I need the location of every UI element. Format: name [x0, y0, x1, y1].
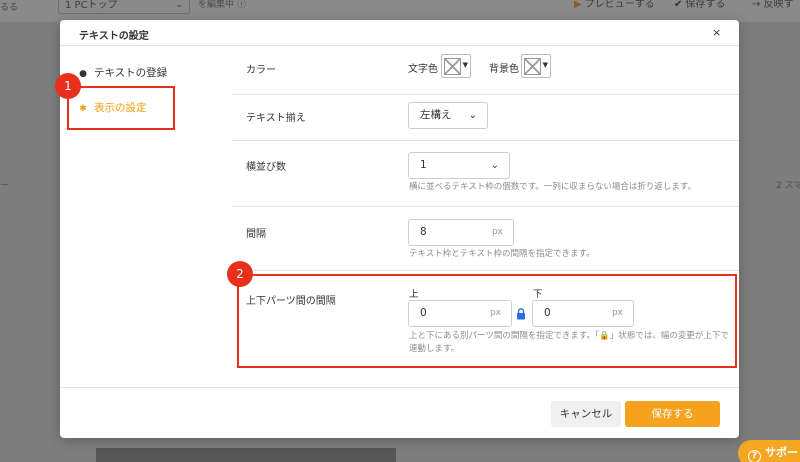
divider: [232, 94, 739, 95]
background-reflect-button[interactable]: → 反映す: [752, 0, 794, 10]
background-page-select[interactable]: 1 PCトップ ⌄: [58, 0, 190, 14]
background-side-right: 2 スマ: [776, 181, 800, 191]
annotation-badge-2: 2: [227, 261, 253, 287]
bg-color-picker[interactable]: ▼: [521, 54, 551, 78]
background-image-strip: [96, 448, 396, 462]
text-settings-modal: テキストの設定 × ● テキストの登録 ✱ 表示の設定 カラー 文字色 ▼ 背景色 …: [60, 20, 739, 438]
spacing-value: 8: [420, 226, 427, 238]
divider: [232, 206, 739, 207]
chevron-down-icon: ⌄: [468, 110, 477, 121]
support-label: サポート: [765, 446, 800, 459]
modal-title: テキストの設定: [79, 31, 149, 42]
play-icon: ▶: [574, 0, 582, 10]
text-color-label: 文字色: [408, 64, 438, 75]
text-align-label: テキスト揃え: [246, 113, 306, 124]
background-preview-button[interactable]: ▶ プレビューする: [574, 0, 655, 10]
footer-divider: [60, 387, 739, 388]
sidebar-item-text-register[interactable]: ● テキストの登録: [78, 65, 167, 80]
no-color-icon: [524, 58, 541, 75]
support-button[interactable]: ? サポート: [738, 440, 800, 462]
annotation-box-2: [237, 274, 737, 368]
caret-down-icon: ▼: [462, 61, 468, 69]
color-label: カラー: [246, 65, 276, 76]
save-button[interactable]: 保存する: [625, 401, 720, 427]
columns-help: 横に並べるテキスト枠の個数です。一列に収まらない場合は折り返します。: [409, 182, 697, 192]
background-page-select-value: 1 PCトップ: [65, 0, 118, 11]
background-reflect-label: 反映す: [763, 0, 794, 10]
columns-value: 1: [420, 159, 427, 171]
sidebar-item-label: テキストの登録: [94, 67, 168, 79]
background-save-button[interactable]: ✔ 保存する: [674, 0, 725, 10]
background-side-left: ー: [0, 181, 10, 191]
background-save-label: 保存する: [685, 0, 726, 10]
background-preview-label: プレビューする: [584, 0, 655, 10]
spacing-unit: px: [491, 227, 503, 237]
text-align-select[interactable]: 左構え ⌄: [408, 102, 488, 129]
modal-header: テキストの設定 ×: [60, 20, 739, 46]
caret-down-icon: ▼: [542, 61, 548, 69]
bg-color-label: 背景色: [489, 64, 519, 75]
background-edit-text: を編集中 ⓘ: [198, 0, 246, 10]
chevron-down-icon: ⌄: [490, 160, 499, 171]
columns-select[interactable]: 1 ⌄: [408, 152, 510, 179]
arrow-right-icon: →: [752, 0, 764, 10]
text-align-value: 左構え: [420, 109, 452, 121]
annotation-badge-1: 1: [55, 73, 81, 99]
spacing-input[interactable]: 8 px: [408, 219, 514, 246]
columns-label: 横並び数: [246, 162, 286, 173]
divider: [232, 270, 739, 271]
check-icon: ✔: [674, 0, 683, 10]
spacing-label: 間隔: [246, 229, 266, 240]
background-left-text: るる: [0, 3, 19, 13]
speech-bubble-icon: ●: [79, 69, 87, 79]
question-icon: ?: [748, 450, 761, 462]
spacing-help: テキスト枠とテキスト枠の間隔を指定できます。: [409, 249, 595, 259]
close-icon[interactable]: ×: [712, 26, 721, 39]
no-color-icon: [444, 58, 461, 75]
cancel-button[interactable]: キャンセル: [551, 401, 621, 427]
divider: [232, 140, 739, 141]
annotation-box-1: [67, 86, 175, 130]
text-color-picker[interactable]: ▼: [441, 54, 471, 78]
chevron-down-icon: ⌄: [175, 0, 183, 10]
